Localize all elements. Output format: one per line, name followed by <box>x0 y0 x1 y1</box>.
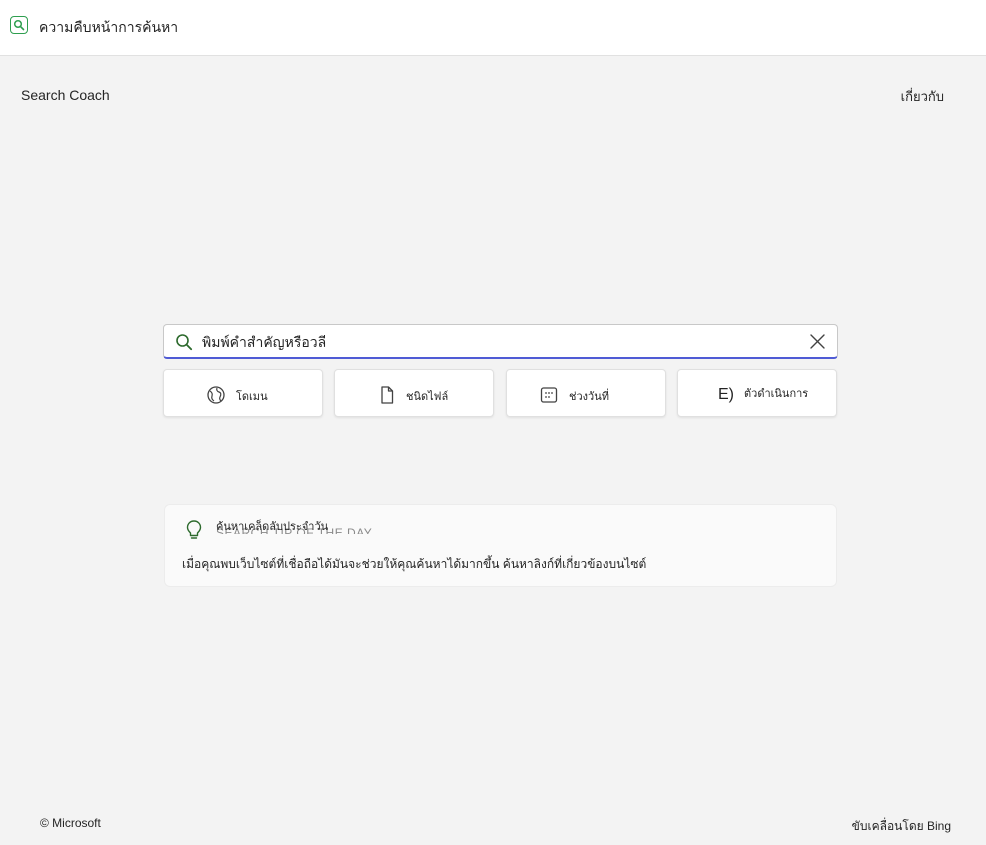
search-box[interactable] <box>163 324 838 359</box>
app-title: ความคืบหน้าการค้นหา <box>39 19 179 35</box>
search-tip-card: SEARCH TIP OF THE DAY ค้นหาเคล็ดลับประจำ… <box>164 504 837 587</box>
filter-bar: โดเมน ชนิดไฟล์ ช่วงวันที่ E) ตัวดำเนินกา… <box>163 369 838 417</box>
calendar-icon <box>539 385 559 405</box>
file-type-filter-button[interactable]: ชนิดไฟล์ <box>334 369 494 417</box>
filter-label: ชนิดไฟล์ <box>406 391 449 403</box>
tip-text: เมื่อคุณพบเว็บไซต์ที่เชื่อถือได้มันจะช่ว… <box>182 557 647 571</box>
powered-by-text: ขับเคลื่อนโดย Bing <box>851 819 951 833</box>
about-link[interactable]: เกี่ยวกับ <box>901 86 944 107</box>
search-icon <box>10 16 28 34</box>
domain-filter-button[interactable]: โดเมน <box>163 369 323 417</box>
filter-label: ตัวดำเนินการ <box>744 388 809 400</box>
close-icon[interactable] <box>809 333 826 350</box>
copyright-text: © Microsoft <box>40 816 101 830</box>
globe-icon <box>206 385 226 405</box>
brand-name: Search Coach <box>21 87 110 103</box>
operator-filter-button[interactable]: E) ตัวดำเนินการ <box>677 369 837 417</box>
filter-label: ช่วงวันที่ <box>569 391 609 403</box>
document-icon <box>377 385 397 405</box>
lightbulb-icon <box>185 519 203 541</box>
title-bar: ความคืบหน้าการค้นหา <box>0 0 986 56</box>
filter-label: โดเมน <box>236 391 268 403</box>
tip-heading: ค้นหาเคล็ดลับประจำวัน <box>216 521 329 533</box>
search-input[interactable] <box>202 329 792 354</box>
date-range-filter-button[interactable]: ช่วงวันที่ <box>506 369 666 417</box>
operator-icon: E) <box>718 386 734 403</box>
search-icon <box>175 333 193 351</box>
